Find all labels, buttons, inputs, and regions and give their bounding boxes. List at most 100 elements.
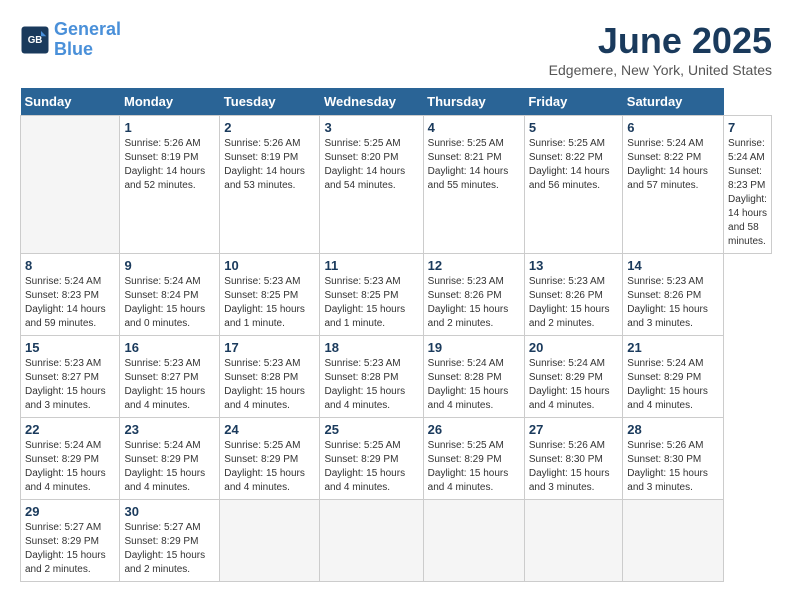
calendar-day-cell: 29 Sunrise: 5:27 AMSunset: 8:29 PMDayligh…: [21, 500, 120, 582]
day-info: Sunrise: 5:27 AMSunset: 8:29 PMDaylight:…: [124, 521, 215, 577]
location: Edgemere, New York, United States: [549, 62, 772, 78]
day-number: 11: [324, 258, 418, 273]
calendar-day-cell: 6Sunrise: 5:24 AMSunset: 8:22 PMDaylight…: [623, 116, 724, 254]
weekday-header-cell: Monday: [120, 88, 220, 116]
calendar-week-row: 1Sunrise: 5:26 AMSunset: 8:19 PMDaylight…: [21, 116, 772, 254]
calendar-day-cell: 18 Sunrise: 5:23 AMSunset: 8:28 PMDayligh…: [320, 336, 423, 418]
calendar-day-cell: 3 Sunrise: 5:25 AMSunset: 8:20 PMDaylight…: [320, 116, 423, 254]
day-number: 18: [324, 340, 418, 355]
day-info: Sunrise: 5:26 AMSunset: 8:19 PMDaylight:…: [224, 137, 315, 193]
calendar-day-cell: 17 Sunrise: 5:23 AMSunset: 8:28 PMDayligh…: [220, 336, 320, 418]
day-number: 29: [25, 504, 115, 519]
calendar-day-cell: 12 Sunrise: 5:23 AMSunset: 8:26 PMDayligh…: [423, 254, 524, 336]
calendar-day-cell: 4 Sunrise: 5:25 AMSunset: 8:21 PMDaylight…: [423, 116, 524, 254]
calendar-day-cell: [524, 500, 622, 582]
day-info: Sunrise: 5:23 AMSunset: 8:25 PMDaylight:…: [324, 275, 418, 331]
day-info: Sunrise: 5:25 AMSunset: 8:29 PMDaylight:…: [224, 439, 315, 495]
weekday-header-cell: Sunday: [21, 88, 120, 116]
day-info: Sunrise: 5:23 AMSunset: 8:27 PMDaylight:…: [124, 357, 215, 413]
calendar-day-cell: [423, 500, 524, 582]
weekday-header-row: SundayMondayTuesdayWednesdayThursdayFrid…: [21, 88, 772, 116]
calendar-day-cell: 10 Sunrise: 5:23 AMSunset: 8:25 PMDayligh…: [220, 254, 320, 336]
calendar-week-row: 29 Sunrise: 5:27 AMSunset: 8:29 PMDayligh…: [21, 500, 772, 582]
weekday-header-cell: Thursday: [423, 88, 524, 116]
day-number: 17: [224, 340, 315, 355]
day-number: 28: [627, 422, 719, 437]
calendar-day-cell: 20Sunrise: 5:24 AMSunset: 8:29 PMDayligh…: [524, 336, 622, 418]
day-number: 3: [324, 120, 418, 135]
calendar-day-cell: 30 Sunrise: 5:27 AMSunset: 8:29 PMDayligh…: [120, 500, 220, 582]
day-info: Sunrise: 5:24 AMSunset: 8:29 PMDaylight:…: [124, 439, 215, 495]
day-info: Sunrise: 5:24 AMSunset: 8:28 PMDaylight:…: [428, 357, 520, 413]
day-number: 4: [428, 120, 520, 135]
calendar-day-cell: 7 Sunrise: 5:24 AMSunset: 8:23 PMDaylight…: [724, 116, 772, 254]
day-info: Sunrise: 5:23 AMSunset: 8:26 PMDaylight:…: [529, 275, 618, 331]
calendar-day-cell: 9 Sunrise: 5:24 AMSunset: 8:24 PMDaylight…: [120, 254, 220, 336]
calendar-day-cell: 21Sunrise: 5:24 AMSunset: 8:29 PMDayligh…: [623, 336, 724, 418]
day-info: Sunrise: 5:24 AMSunset: 8:29 PMDaylight:…: [529, 357, 618, 413]
day-info: Sunrise: 5:25 AMSunset: 8:29 PMDaylight:…: [324, 439, 418, 495]
calendar-day-cell: 15Sunrise: 5:23 AMSunset: 8:27 PMDayligh…: [21, 336, 120, 418]
calendar-day-cell: 23 Sunrise: 5:24 AMSunset: 8:29 PMDayligh…: [120, 418, 220, 500]
calendar-day-cell: 22 Sunrise: 5:24 AMSunset: 8:29 PMDayligh…: [21, 418, 120, 500]
calendar-day-cell: 2 Sunrise: 5:26 AMSunset: 8:19 PMDaylight…: [220, 116, 320, 254]
day-number: 23: [124, 422, 215, 437]
day-number: 10: [224, 258, 315, 273]
calendar-day-cell: [320, 500, 423, 582]
day-info: Sunrise: 5:23 AMSunset: 8:26 PMDaylight:…: [428, 275, 520, 331]
calendar-week-row: 8Sunrise: 5:24 AMSunset: 8:23 PMDaylight…: [21, 254, 772, 336]
day-number: 7: [728, 120, 767, 135]
day-info: Sunrise: 5:27 AMSunset: 8:29 PMDaylight:…: [25, 521, 115, 577]
calendar-day-cell: 24Sunrise: 5:25 AMSunset: 8:29 PMDayligh…: [220, 418, 320, 500]
day-number: 22: [25, 422, 115, 437]
day-info: Sunrise: 5:23 AMSunset: 8:26 PMDaylight:…: [627, 275, 719, 331]
calendar-day-cell: 26 Sunrise: 5:25 AMSunset: 8:29 PMDayligh…: [423, 418, 524, 500]
day-info: Sunrise: 5:24 AMSunset: 8:29 PMDaylight:…: [627, 357, 719, 413]
day-info: Sunrise: 5:23 AMSunset: 8:28 PMDaylight:…: [224, 357, 315, 413]
day-info: Sunrise: 5:25 AMSunset: 8:21 PMDaylight:…: [428, 137, 520, 193]
day-info: Sunrise: 5:26 AMSunset: 8:19 PMDaylight:…: [124, 137, 215, 193]
day-number: 19: [428, 340, 520, 355]
day-info: Sunrise: 5:24 AMSunset: 8:22 PMDaylight:…: [627, 137, 719, 193]
day-info: Sunrise: 5:25 AMSunset: 8:20 PMDaylight:…: [324, 137, 418, 193]
day-number: 2: [224, 120, 315, 135]
calendar-day-cell: 1Sunrise: 5:26 AMSunset: 8:19 PMDaylight…: [120, 116, 220, 254]
calendar-day-cell: 27Sunrise: 5:26 AMSunset: 8:30 PMDayligh…: [524, 418, 622, 500]
month-title: June 2025: [549, 20, 772, 62]
day-number: 25: [324, 422, 418, 437]
calendar-day-cell: 28Sunrise: 5:26 AMSunset: 8:30 PMDayligh…: [623, 418, 724, 500]
day-number: 14: [627, 258, 719, 273]
calendar-day-cell: 11 Sunrise: 5:23 AMSunset: 8:25 PMDayligh…: [320, 254, 423, 336]
calendar-week-row: 22 Sunrise: 5:24 AMSunset: 8:29 PMDayligh…: [21, 418, 772, 500]
calendar-day-cell: [623, 500, 724, 582]
calendar-week-row: 15Sunrise: 5:23 AMSunset: 8:27 PMDayligh…: [21, 336, 772, 418]
page-header: GB General Blue June 2025 Edgemere, New …: [20, 20, 772, 78]
calendar-body: 1Sunrise: 5:26 AMSunset: 8:19 PMDaylight…: [21, 116, 772, 582]
calendar-day-cell: 8Sunrise: 5:24 AMSunset: 8:23 PMDaylight…: [21, 254, 120, 336]
day-number: 8: [25, 258, 115, 273]
day-info: Sunrise: 5:23 AMSunset: 8:28 PMDaylight:…: [324, 357, 418, 413]
day-info: Sunrise: 5:23 AMSunset: 8:27 PMDaylight:…: [25, 357, 115, 413]
day-info: Sunrise: 5:26 AMSunset: 8:30 PMDaylight:…: [529, 439, 618, 495]
svg-text:GB: GB: [28, 35, 43, 46]
day-info: Sunrise: 5:24 AMSunset: 8:24 PMDaylight:…: [124, 275, 215, 331]
day-number: 16: [124, 340, 215, 355]
calendar-day-cell: [220, 500, 320, 582]
day-info: Sunrise: 5:23 AMSunset: 8:25 PMDaylight:…: [224, 275, 315, 331]
calendar-day-cell: 13Sunrise: 5:23 AMSunset: 8:26 PMDayligh…: [524, 254, 622, 336]
calendar-day-cell: [21, 116, 120, 254]
day-number: 5: [529, 120, 618, 135]
day-info: Sunrise: 5:25 AMSunset: 8:29 PMDaylight:…: [428, 439, 520, 495]
day-info: Sunrise: 5:24 AMSunset: 8:29 PMDaylight:…: [25, 439, 115, 495]
day-info: Sunrise: 5:25 AMSunset: 8:22 PMDaylight:…: [529, 137, 618, 193]
day-number: 30: [124, 504, 215, 519]
weekday-header-cell: Tuesday: [220, 88, 320, 116]
day-number: 26: [428, 422, 520, 437]
calendar-day-cell: 5 Sunrise: 5:25 AMSunset: 8:22 PMDaylight…: [524, 116, 622, 254]
calendar-day-cell: 16 Sunrise: 5:23 AMSunset: 8:27 PMDayligh…: [120, 336, 220, 418]
day-number: 12: [428, 258, 520, 273]
logo-icon: GB: [20, 25, 50, 55]
logo: GB General Blue: [20, 20, 121, 60]
day-info: Sunrise: 5:24 AMSunset: 8:23 PMDaylight:…: [728, 137, 767, 249]
day-number: 9: [124, 258, 215, 273]
